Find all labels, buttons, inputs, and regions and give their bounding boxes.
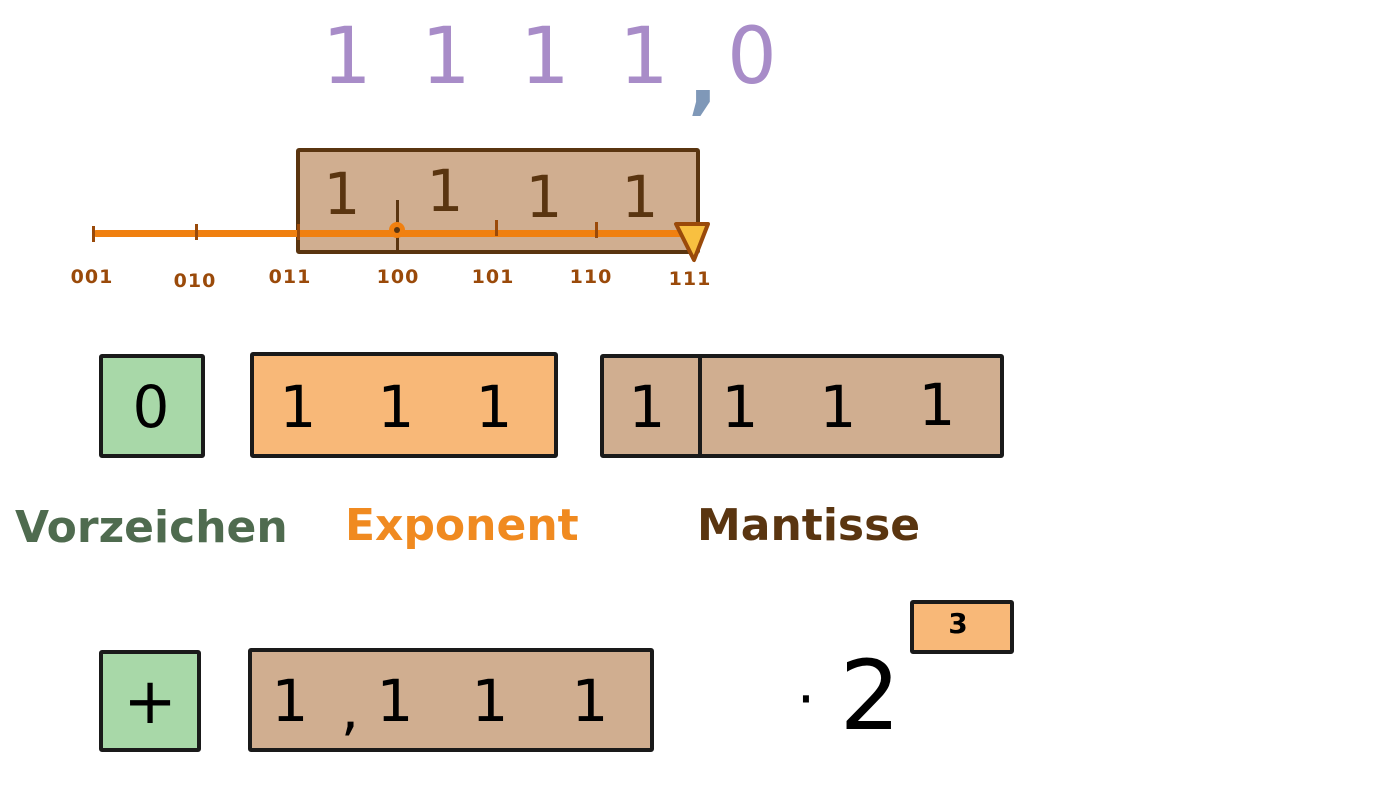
tick-label: 111 xyxy=(668,268,712,290)
result-mantissa-digit: 1 xyxy=(471,667,509,735)
top-comma: , xyxy=(688,34,718,124)
result-sign: + xyxy=(123,665,177,739)
result-exponent: 3 xyxy=(948,607,968,640)
scale-mantissa-digit: 1 xyxy=(525,163,563,231)
tick xyxy=(495,220,498,236)
hidden-bit-divider xyxy=(698,354,702,458)
top-digit: 1 xyxy=(421,12,471,102)
tick xyxy=(195,224,198,240)
tick-label: 010 xyxy=(173,270,217,292)
mantissa-bit: 1 xyxy=(819,373,857,441)
scale-mantissa-digit: 1 xyxy=(323,160,361,228)
point-dot xyxy=(389,222,405,238)
sign-bit: 0 xyxy=(132,373,170,441)
label-exponent: Exponent xyxy=(345,500,579,551)
tick-label: 011 xyxy=(268,266,312,288)
mantissa-bit: 1 xyxy=(721,373,759,441)
label-sign: Vorzeichen xyxy=(15,502,288,553)
top-digit: 1 xyxy=(619,12,669,102)
result-mantissa-digit: 1 xyxy=(271,667,309,735)
top-digit: 1 xyxy=(520,12,570,102)
exponent-bit: 1 xyxy=(279,373,317,441)
multiply-dot: · xyxy=(796,665,816,733)
tick-label: 001 xyxy=(70,266,114,288)
result-comma: , xyxy=(340,675,360,743)
tick-label: 110 xyxy=(569,266,613,288)
position-marker-icon xyxy=(674,222,710,262)
mantissa-bit: 1 xyxy=(918,371,956,439)
result-base: 2 xyxy=(839,640,901,752)
exponent-bit: 1 xyxy=(377,373,415,441)
result-mantissa-digit: 1 xyxy=(376,667,414,735)
tick xyxy=(92,226,95,242)
label-mantissa: Mantisse xyxy=(697,500,921,551)
tick-label: 100 xyxy=(376,266,420,288)
tick-label: 101 xyxy=(471,266,515,288)
exponent-bit: 1 xyxy=(475,373,513,441)
scale-mantissa-digit: 1 xyxy=(621,163,659,231)
mantissa-hidden-bit: 1 xyxy=(628,373,666,441)
scale-mantissa-digit: 1 xyxy=(426,157,464,225)
tick xyxy=(595,222,598,238)
top-digit: 1 xyxy=(322,12,372,102)
result-mantissa-digit: 1 xyxy=(571,667,609,735)
tick xyxy=(297,224,300,240)
top-fraction: 0 xyxy=(727,12,777,102)
